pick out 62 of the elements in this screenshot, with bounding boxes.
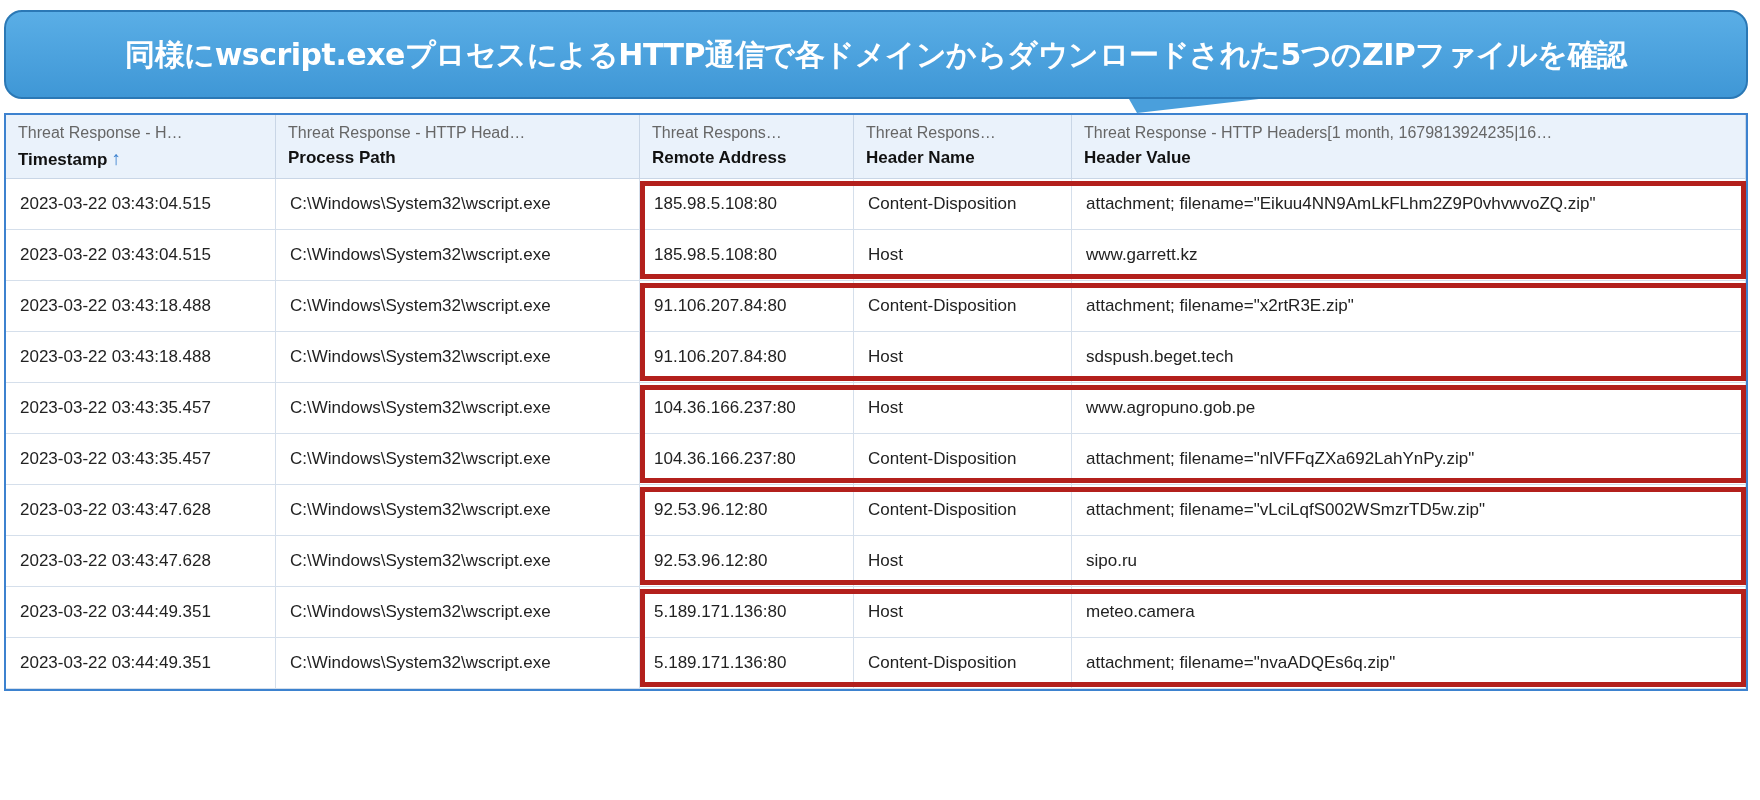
table-cell: 2023-03-22 03:43:35.457 (6, 382, 276, 434)
table-cell: www.agropuno.gob.pe (1072, 382, 1746, 434)
table-cell: 2023-03-22 03:44:49.351 (6, 586, 276, 638)
table-cell: C:\Windows\System32\wscript.exe (276, 229, 640, 281)
table-cell: C:\Windows\System32\wscript.exe (276, 178, 640, 230)
table-cell: 2023-03-22 03:43:47.628 (6, 535, 276, 587)
table-cell: 92.53.96.12:80 (640, 484, 854, 536)
table-cell: 2023-03-22 03:43:18.488 (6, 331, 276, 383)
column-header[interactable]: Header Value (1084, 145, 1191, 171)
table-cell: 185.98.5.108:80 (640, 178, 854, 230)
table-cell: Host (854, 535, 1072, 587)
table-cell: C:\Windows\System32\wscript.exe (276, 586, 640, 638)
table-cell: 2023-03-22 03:43:35.457 (6, 433, 276, 485)
callout: 同様にwscript.exeプロセスによるHTTP通信で各ドメインからダウンロードされた5つのZIPファイルを確認 (4, 10, 1748, 99)
table-cell: sipo.ru (1072, 535, 1746, 587)
table-cell: Host (854, 382, 1072, 434)
table-cell: attachment; filename="vLciLqfS002WSmzrTD5w.zip" (1072, 484, 1746, 536)
table-cell: C:\Windows\System32\wscript.exe (276, 280, 640, 332)
table-cell: Content-Disposition (854, 280, 1072, 332)
column-header[interactable]: Timestamp (18, 146, 108, 172)
table-cell: 104.36.166.237:80 (640, 433, 854, 485)
table-cell: 91.106.207.84:80 (640, 331, 854, 383)
table-cell: 104.36.166.237:80 (640, 382, 854, 434)
table-cell: www.garrett.kz (1072, 229, 1746, 281)
table-cell: C:\Windows\System32\wscript.exe (276, 535, 640, 587)
column-group-label: Threat Response - H… (18, 123, 184, 143)
table-cell: sdspush.beget.tech (1072, 331, 1746, 383)
table-cell: attachment; filename="nlVFFqZXa692LahYnPy.zip" (1072, 433, 1746, 485)
table-cell: attachment; filename="nvaADQEs6q.zip" (1072, 637, 1746, 689)
table-cell: Content-Disposition (854, 178, 1072, 230)
table-cell: 5.189.171.136:80 (640, 637, 854, 689)
table-cell: 92.53.96.12:80 (640, 535, 854, 587)
table-cell: 2023-03-22 03:43:18.488 (6, 280, 276, 332)
table-cell: Host (854, 331, 1072, 383)
column-group-label: Threat Respons… (652, 123, 783, 143)
table-cell: attachment; filename="x2rtR3E.zip" (1072, 280, 1746, 332)
table-cell: 2023-03-22 03:44:49.351 (6, 637, 276, 689)
column-header[interactable]: Header Name (866, 145, 975, 171)
table-cell: Host (854, 586, 1072, 638)
table-cell: 2023-03-22 03:43:04.515 (6, 229, 276, 281)
table-cell: 185.98.5.108:80 (640, 229, 854, 281)
table-cell: Content-Disposition (854, 433, 1072, 485)
column-group-label: Threat Response - HTTP Head… (288, 123, 527, 143)
column-header[interactable]: Remote Address (652, 145, 787, 171)
table-cell: C:\Windows\System32\wscript.exe (276, 637, 640, 689)
table-cell: Content-Disposition (854, 637, 1072, 689)
table-cell: Host (854, 229, 1072, 281)
table-cell: 5.189.171.136:80 (640, 586, 854, 638)
table-cell: Content-Disposition (854, 484, 1072, 536)
table-cell: 91.106.207.84:80 (640, 280, 854, 332)
table-cell: 2023-03-22 03:43:04.515 (6, 178, 276, 230)
column-header[interactable]: Process Path (288, 145, 396, 171)
table-cell: C:\Windows\System32\wscript.exe (276, 484, 640, 536)
table-cell: 2023-03-22 03:43:47.628 (6, 484, 276, 536)
table-cell: meteo.camera (1072, 586, 1746, 638)
table-cell: C:\Windows\System32\wscript.exe (276, 331, 640, 383)
column-group-label: Threat Response - HTTP Headers[1 month, 1679813924235|16… (1084, 123, 1554, 143)
table-cell: C:\Windows\System32\wscript.exe (276, 382, 640, 434)
table-cell: C:\Windows\System32\wscript.exe (276, 433, 640, 485)
column-group-label: Threat Respons… (866, 123, 997, 143)
sort-arrow: ↑ (111, 147, 121, 171)
table-cell: attachment; filename="Eikuu4NN9AmLkFLhm2Z9P0vhvwvoZQ.zip" (1072, 178, 1746, 230)
